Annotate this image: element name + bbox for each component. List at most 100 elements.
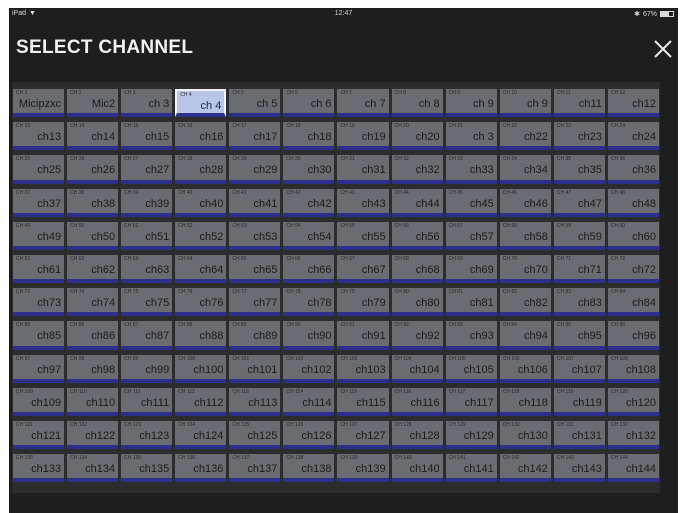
channel-button-109[interactable]: CH 109 ch109: [13, 387, 65, 416]
channel-button-37[interactable]: CH 37 ch37: [13, 188, 65, 217]
channel-button-81[interactable]: CH 81 ch81: [445, 288, 497, 317]
channel-button-60[interactable]: CH 60 ch60: [607, 221, 659, 250]
channel-button-80[interactable]: CH 80 ch80: [391, 288, 443, 317]
channel-button-3[interactable]: CH 3 ch 3: [121, 89, 173, 118]
channel-button-52[interactable]: CH 52 ch52: [175, 221, 227, 250]
channel-button-142[interactable]: CH 142 ch142: [499, 454, 551, 483]
channel-button-1[interactable]: CH 1 Micipzxc: [13, 89, 65, 118]
channel-button-19[interactable]: CH 19 ch19: [337, 122, 389, 151]
channel-button-36[interactable]: CH 36 ch36: [607, 155, 659, 184]
channel-button-56[interactable]: CH 56 ch56: [391, 221, 443, 250]
channel-button-47[interactable]: CH 47 ch47: [553, 188, 605, 217]
channel-button-136[interactable]: CH 136 ch136: [175, 454, 227, 483]
channel-button-93[interactable]: CH 93 ch93: [445, 321, 497, 350]
channel-button-57[interactable]: CH 57 ch57: [445, 221, 497, 250]
channel-button-29[interactable]: CH 29 ch29: [229, 155, 281, 184]
channel-button-61[interactable]: CH 61 ch61: [13, 254, 65, 284]
channel-button-17[interactable]: CH 17 ch17: [229, 122, 281, 151]
channel-button-134[interactable]: CH 134 ch134: [67, 454, 119, 483]
channel-button-54[interactable]: CH 54 ch54: [283, 221, 335, 250]
channel-button-71[interactable]: CH 71 ch71: [553, 254, 605, 284]
channel-button-96[interactable]: CH 96 ch96: [607, 321, 659, 350]
channel-button-88[interactable]: CH 88 ch88: [175, 321, 227, 350]
channel-button-27[interactable]: CH 27 ch27: [121, 155, 173, 184]
channel-button-118[interactable]: CH 118 ch118: [499, 387, 551, 416]
channel-button-78[interactable]: CH 78 ch78: [283, 288, 335, 317]
channel-button-15[interactable]: CH 15 ch15: [121, 122, 173, 151]
channel-button-106[interactable]: CH 106 ch106: [499, 354, 551, 383]
channel-button-139[interactable]: CH 139 ch139: [337, 454, 389, 483]
channel-button-11[interactable]: CH 11 ch11: [553, 89, 605, 118]
channel-button-97[interactable]: CH 97 ch97: [13, 354, 65, 383]
channel-button-103[interactable]: CH 103 ch103: [337, 354, 389, 383]
channel-button-4[interactable]: CH 4 ch 4: [175, 89, 227, 118]
channel-button-38[interactable]: CH 38 ch38: [67, 188, 119, 217]
channel-button-28[interactable]: CH 28 ch28: [175, 155, 227, 184]
channel-button-74[interactable]: CH 74 ch74: [67, 288, 119, 317]
channel-button-7[interactable]: CH 7 ch 7: [337, 89, 389, 118]
channel-button-24[interactable]: CH 24 ch24: [607, 122, 659, 151]
channel-button-5[interactable]: CH 5 ch 5: [229, 89, 281, 118]
channel-button-111[interactable]: CH 111 ch111: [121, 387, 173, 416]
channel-button-102[interactable]: CH 102 ch102: [283, 354, 335, 383]
channel-button-35[interactable]: CH 35 ch35: [553, 155, 605, 184]
channel-button-104[interactable]: CH 104 ch104: [391, 354, 443, 383]
channel-button-129[interactable]: CH 129 ch129: [445, 420, 497, 450]
channel-button-46[interactable]: CH 46 ch46: [499, 188, 551, 217]
channel-button-20[interactable]: CH 20 ch20: [391, 122, 443, 151]
channel-button-34[interactable]: CH 34 ch34: [499, 155, 551, 184]
channel-button-133[interactable]: CH 133 ch133: [13, 454, 65, 483]
channel-button-138[interactable]: CH 138 ch138: [283, 454, 335, 483]
channel-button-116[interactable]: CH 116 ch116: [391, 387, 443, 416]
channel-button-13[interactable]: CH 13 ch13: [13, 122, 65, 151]
channel-button-113[interactable]: CH 113 ch113: [229, 387, 281, 416]
channel-button-130[interactable]: CH 130 ch130: [499, 420, 551, 450]
channel-button-126[interactable]: CH 126 ch126: [283, 420, 335, 450]
channel-button-50[interactable]: CH 50 ch50: [67, 221, 119, 250]
channel-button-14[interactable]: CH 14 ch14: [67, 122, 119, 151]
channel-button-137[interactable]: CH 137 ch137: [229, 454, 281, 483]
channel-button-127[interactable]: CH 127 ch127: [337, 420, 389, 450]
channel-button-59[interactable]: CH 59 ch59: [553, 221, 605, 250]
channel-button-25[interactable]: CH 25 ch25: [13, 155, 65, 184]
channel-button-65[interactable]: CH 65 ch65: [229, 254, 281, 284]
channel-button-110[interactable]: CH 110 ch110: [67, 387, 119, 416]
channel-button-92[interactable]: CH 92 ch92: [391, 321, 443, 350]
channel-button-128[interactable]: CH 128 ch128: [391, 420, 443, 450]
channel-button-89[interactable]: CH 89 ch89: [229, 321, 281, 350]
channel-button-84[interactable]: CH 84 ch84: [607, 288, 659, 317]
channel-button-8[interactable]: CH 8 ch 8: [391, 89, 443, 118]
channel-button-62[interactable]: CH 62 ch62: [67, 254, 119, 284]
channel-button-73[interactable]: CH 73 ch73: [13, 288, 65, 317]
channel-button-107[interactable]: CH 107 ch107: [553, 354, 605, 383]
channel-button-125[interactable]: CH 125 ch125: [229, 420, 281, 450]
channel-button-72[interactable]: CH 72 ch72: [607, 254, 659, 284]
channel-button-76[interactable]: CH 76 ch76: [175, 288, 227, 317]
channel-button-131[interactable]: CH 131 ch131: [553, 420, 605, 450]
channel-button-144[interactable]: CH 144 ch144: [607, 454, 659, 483]
channel-button-143[interactable]: CH 143 ch143: [553, 454, 605, 483]
channel-button-141[interactable]: CH 141 ch141: [445, 454, 497, 483]
channel-button-9[interactable]: CH 9 ch 9: [445, 89, 497, 118]
channel-button-40[interactable]: CH 40 ch40: [175, 188, 227, 217]
channel-button-66[interactable]: CH 66 ch66: [283, 254, 335, 284]
channel-button-112[interactable]: CH 112 ch112: [175, 387, 227, 416]
channel-button-6[interactable]: CH 6 ch 6: [283, 89, 335, 118]
channel-button-58[interactable]: CH 58 ch58: [499, 221, 551, 250]
channel-button-41[interactable]: CH 41 ch41: [229, 188, 281, 217]
channel-button-132[interactable]: CH 132 ch132: [607, 420, 659, 450]
close-button[interactable]: [652, 38, 674, 60]
channel-button-100[interactable]: CH 100 ch100: [175, 354, 227, 383]
channel-button-94[interactable]: CH 94 ch94: [499, 321, 551, 350]
channel-button-115[interactable]: CH 115 ch115: [337, 387, 389, 416]
channel-button-77[interactable]: CH 77 ch77: [229, 288, 281, 317]
channel-button-63[interactable]: CH 63 ch63: [121, 254, 173, 284]
channel-button-140[interactable]: CH 140 ch140: [391, 454, 443, 483]
channel-button-70[interactable]: CH 70 ch70: [499, 254, 551, 284]
channel-button-33[interactable]: CH 33 ch33: [445, 155, 497, 184]
channel-button-83[interactable]: CH 83 ch83: [553, 288, 605, 317]
channel-button-124[interactable]: CH 124 ch124: [175, 420, 227, 450]
channel-button-42[interactable]: CH 42 ch42: [283, 188, 335, 217]
channel-button-43[interactable]: CH 43 ch43: [337, 188, 389, 217]
channel-button-86[interactable]: CH 86 ch86: [67, 321, 119, 350]
